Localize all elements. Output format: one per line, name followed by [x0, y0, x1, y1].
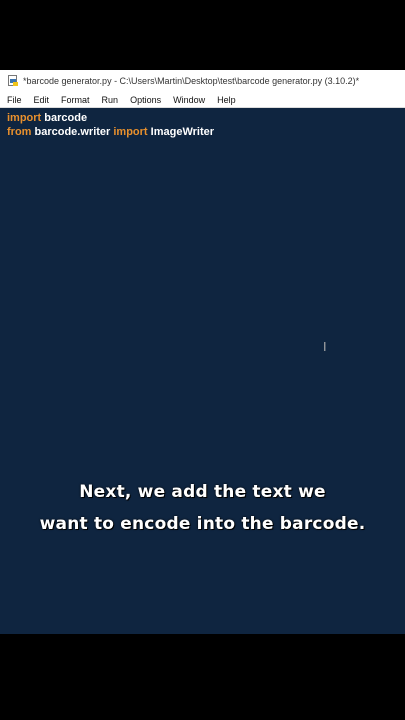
keyword-import: import: [7, 112, 42, 124]
caption-line-2: want to encode into the barcode.: [39, 514, 366, 534]
code-line-2: from barcode.writer import ImageWriter: [7, 126, 214, 138]
code-editor[interactable]: import barcode from barcode.writer impor…: [0, 108, 405, 634]
menu-run[interactable]: Run: [95, 95, 124, 105]
module-barcode: barcode: [41, 112, 88, 124]
keyword-import: import: [113, 126, 148, 138]
menu-options[interactable]: Options: [123, 95, 166, 105]
code-line-1: import barcode: [7, 112, 87, 124]
module-barcode-writer: barcode.writer: [31, 126, 114, 138]
menu-bar: File Edit Format Run Options Window Help: [0, 92, 405, 108]
window-title: *barcode generator.py - C:\Users\Martin\…: [23, 76, 360, 86]
menu-window[interactable]: Window: [166, 95, 210, 105]
keyword-from: from: [7, 126, 32, 138]
python-file-icon: [7, 75, 19, 87]
menu-file[interactable]: File: [0, 95, 27, 105]
menu-format[interactable]: Format: [54, 95, 95, 105]
menu-help[interactable]: Help: [210, 95, 241, 105]
menu-edit[interactable]: Edit: [27, 95, 55, 105]
title-bar[interactable]: *barcode generator.py - C:\Users\Martin\…: [0, 70, 405, 92]
text-cursor-icon: I: [323, 340, 327, 354]
class-imagewriter: ImageWriter: [147, 126, 215, 138]
caption-line-1: Next, we add the text we: [79, 482, 326, 502]
idle-editor-window: *barcode generator.py - C:\Users\Martin\…: [0, 70, 405, 634]
